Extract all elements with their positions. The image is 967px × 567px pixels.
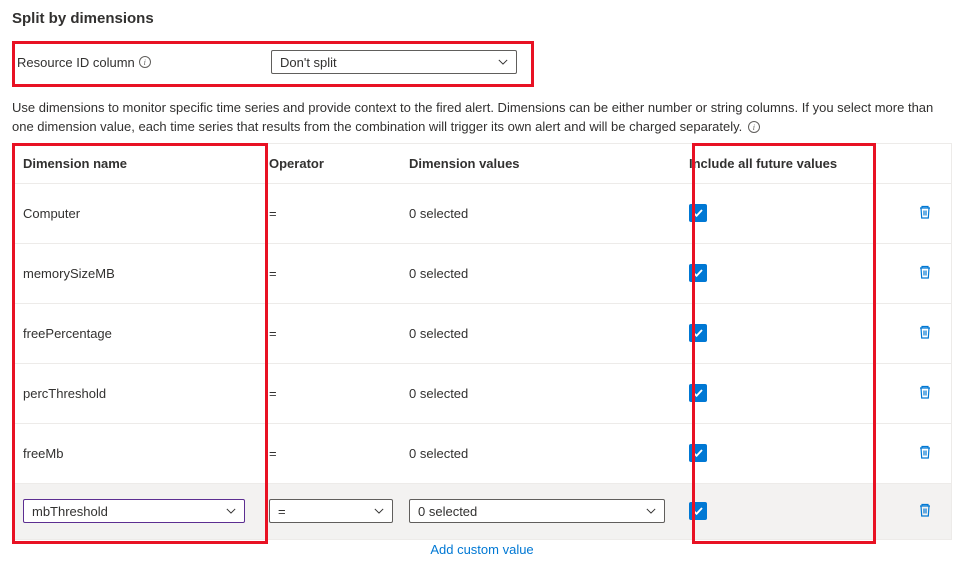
col-include-future: Include all future values <box>679 156 873 171</box>
dimension-values-select[interactable]: 0 selected <box>409 499 665 523</box>
include-future-checkbox[interactable] <box>689 384 707 402</box>
dimension-name: freeMb <box>13 446 259 461</box>
chevron-down-icon <box>498 57 508 67</box>
dimension-operator: = <box>259 266 399 281</box>
delete-row-button[interactable] <box>917 502 935 520</box>
dimension-name: memorySizeMB <box>13 266 259 281</box>
chevron-down-icon <box>646 506 656 516</box>
resource-id-select[interactable]: Don't split <box>271 50 517 74</box>
include-future-checkbox[interactable] <box>689 324 707 342</box>
include-future-checkbox[interactable] <box>689 204 707 222</box>
dimension-values: 0 selected <box>399 326 679 341</box>
dimension-values: 0 selected <box>399 266 679 281</box>
dimension-name: freePercentage <box>13 326 259 341</box>
table-row: memorySizeMB = 0 selected <box>13 244 951 304</box>
info-icon[interactable]: i <box>139 56 151 68</box>
table-header: Dimension name Operator Dimension values… <box>13 144 951 184</box>
operator-select[interactable]: = <box>269 499 393 523</box>
dimension-name: Computer <box>13 206 259 221</box>
dimension-operator: = <box>259 206 399 221</box>
table-row: percThreshold = 0 selected <box>13 364 951 424</box>
delete-row-button[interactable] <box>917 264 935 282</box>
table-row: freePercentage = 0 selected <box>13 304 951 364</box>
dimension-values: 0 selected <box>399 386 679 401</box>
delete-row-button[interactable] <box>917 384 935 402</box>
col-dimension-name: Dimension name <box>13 156 259 171</box>
dimension-name-select-value: mbThreshold <box>32 504 108 519</box>
info-icon[interactable]: i <box>748 121 760 133</box>
dimension-operator: = <box>259 326 399 341</box>
table-row-editable: mbThreshold = 0 selected <box>13 484 951 540</box>
table-row: freeMb = 0 selected <box>13 424 951 484</box>
dimension-values-select-value: 0 selected <box>418 504 477 519</box>
operator-select-value: = <box>278 504 286 519</box>
dimension-name-select[interactable]: mbThreshold <box>23 499 245 523</box>
description-text: Use dimensions to monitor specific time … <box>12 99 952 137</box>
include-future-checkbox[interactable] <box>689 444 707 462</box>
resource-id-label-text: Resource ID column <box>17 55 135 70</box>
dimension-operator: = <box>259 446 399 461</box>
resource-id-select-value: Don't split <box>280 55 337 70</box>
include-future-checkbox[interactable] <box>689 264 707 282</box>
include-future-checkbox[interactable] <box>689 502 707 520</box>
dimensions-table: Dimension name Operator Dimension values… <box>12 143 952 540</box>
chevron-down-icon <box>226 506 236 516</box>
resource-id-label: Resource ID column i <box>17 55 263 70</box>
dimension-operator: = <box>259 386 399 401</box>
col-dimension-values: Dimension values <box>399 156 679 171</box>
dimension-name: percThreshold <box>13 386 259 401</box>
dimension-values: 0 selected <box>399 446 679 461</box>
description-content: Use dimensions to monitor specific time … <box>12 100 933 134</box>
dimensions-table-wrap: Dimension name Operator Dimension values… <box>12 143 955 557</box>
delete-row-button[interactable] <box>917 444 935 462</box>
resource-id-row: Resource ID column i Don't split <box>12 41 534 87</box>
add-custom-value-link[interactable]: Add custom value <box>12 540 952 557</box>
delete-row-button[interactable] <box>917 204 935 222</box>
table-row: Computer = 0 selected <box>13 184 951 244</box>
chevron-down-icon <box>374 506 384 516</box>
col-operator: Operator <box>259 156 399 171</box>
section-title: Split by dimensions <box>12 10 955 27</box>
dimension-values: 0 selected <box>399 206 679 221</box>
delete-row-button[interactable] <box>917 324 935 342</box>
